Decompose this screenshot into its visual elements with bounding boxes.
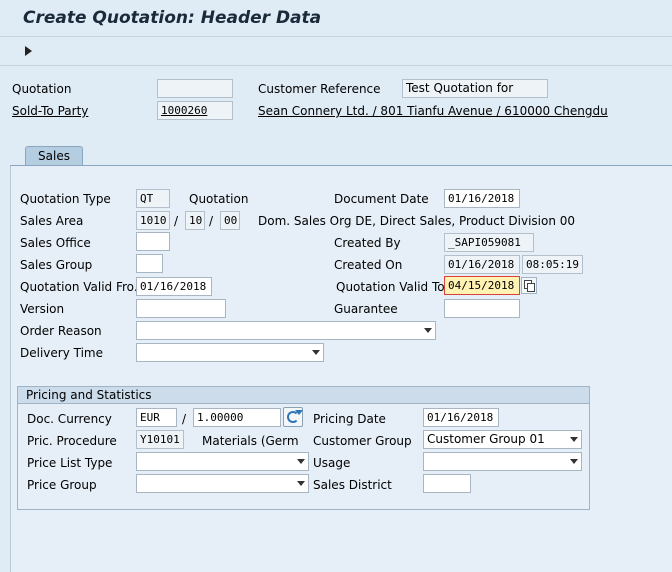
quotation-field[interactable] bbox=[157, 79, 233, 98]
price-list-type-dropdown[interactable] bbox=[136, 452, 309, 471]
title-bar: Create Quotation: Header Data bbox=[0, 0, 672, 36]
doc-currency-label: Doc. Currency bbox=[27, 412, 112, 426]
quotation-type-field[interactable]: QT bbox=[136, 189, 170, 208]
tab-sales[interactable]: Sales bbox=[25, 146, 83, 166]
sales-group-label: Sales Group bbox=[20, 258, 93, 272]
price-group-label: Price Group bbox=[27, 478, 97, 492]
created-on-time-field[interactable]: 08:05:19 bbox=[522, 255, 583, 274]
sales-office-field[interactable] bbox=[136, 232, 170, 251]
created-on-label: Created On bbox=[334, 258, 403, 272]
refresh-icon[interactable] bbox=[283, 407, 303, 427]
quotation-valid-to-label: Quotation Valid To bbox=[336, 280, 445, 294]
pric-procedure-field[interactable]: Y10101 bbox=[136, 430, 184, 449]
delivery-time-label: Delivery Time bbox=[20, 346, 103, 360]
chevron-down-icon bbox=[570, 459, 578, 464]
pricing-date-field[interactable]: 01/16/2018 bbox=[423, 408, 499, 427]
group-title: Pricing and Statistics bbox=[26, 388, 152, 402]
sales-area-description: Dom. Sales Org DE, Direct Sales, Product… bbox=[258, 214, 576, 228]
guarantee-field[interactable] bbox=[444, 299, 520, 318]
document-date-label: Document Date bbox=[334, 192, 429, 206]
quotation-type-label: Quotation Type bbox=[20, 192, 111, 206]
sold-to-party-value: 1000260 bbox=[161, 104, 208, 117]
quotation-valid-from-label: Quotation Valid Fro... bbox=[20, 280, 146, 294]
version-field[interactable] bbox=[136, 299, 226, 318]
customer-group-value: Customer Group 01 bbox=[427, 432, 545, 446]
quotation-type-description: Quotation bbox=[189, 192, 249, 206]
quotation-valid-from-field[interactable]: 01/16/2018 bbox=[136, 277, 212, 296]
chevron-down-icon bbox=[297, 459, 305, 464]
guarantee-label: Guarantee bbox=[334, 302, 398, 316]
chevron-down-icon bbox=[312, 350, 320, 355]
created-on-date-field[interactable]: 01/16/2018 bbox=[444, 255, 520, 274]
chevron-down-icon bbox=[297, 481, 305, 486]
sales-org-field[interactable]: 1010 bbox=[136, 211, 170, 230]
chevron-down-icon bbox=[424, 328, 432, 333]
order-reason-label: Order Reason bbox=[20, 324, 102, 338]
price-list-type-label: Price List Type bbox=[27, 456, 113, 470]
doc-currency-field[interactable]: EUR bbox=[136, 408, 177, 427]
pric-procedure-description: Materials (Germ bbox=[202, 434, 299, 448]
execute-arrow-icon[interactable] bbox=[25, 46, 32, 56]
sales-district-field[interactable] bbox=[423, 474, 471, 493]
usage-dropdown[interactable] bbox=[423, 452, 582, 471]
copy-icon[interactable] bbox=[521, 277, 537, 294]
page-title: Create Quotation: Header Data bbox=[23, 8, 322, 28]
sales-district-label: Sales District bbox=[313, 478, 392, 492]
sold-to-party-field[interactable]: 1000260 bbox=[157, 101, 233, 120]
exchange-rate-separator: / bbox=[182, 412, 187, 426]
quotation-valid-to-field[interactable]: 04/15/2018 bbox=[444, 276, 520, 295]
order-reason-dropdown[interactable] bbox=[136, 321, 436, 340]
chevron-down-icon bbox=[570, 437, 578, 442]
customer-reference-field[interactable]: Test Quotation for bbox=[402, 79, 548, 98]
pric-procedure-label: Pric. Procedure bbox=[27, 434, 117, 448]
sales-area-label: Sales Area bbox=[20, 214, 84, 228]
sales-group-field[interactable] bbox=[136, 254, 163, 273]
pricing-date-label: Pricing Date bbox=[313, 412, 386, 426]
exchange-rate-field[interactable]: 1.00000 bbox=[193, 408, 281, 427]
distribution-channel-field[interactable]: 10 bbox=[185, 211, 205, 230]
sold-to-party-description[interactable]: Sean Connery Ltd. / 801 Tianfu Avenue / … bbox=[258, 103, 608, 119]
pricing-statistics-group-header: Pricing and Statistics bbox=[18, 387, 589, 404]
usage-label: Usage bbox=[313, 456, 351, 470]
quotation-label: Quotation bbox=[12, 82, 72, 96]
division-field[interactable]: 00 bbox=[220, 211, 240, 230]
created-by-field[interactable]: _SAPI059081 bbox=[444, 233, 534, 252]
delivery-time-dropdown[interactable] bbox=[136, 343, 324, 362]
sales-office-label: Sales Office bbox=[20, 236, 91, 250]
sales-area-separator: / bbox=[209, 214, 214, 228]
customer-reference-label: Customer Reference bbox=[258, 82, 381, 96]
price-group-dropdown[interactable] bbox=[136, 474, 309, 493]
customer-group-dropdown[interactable]: Customer Group 01 bbox=[423, 430, 582, 449]
refresh-icon-head bbox=[295, 410, 303, 415]
sold-to-party-label[interactable]: Sold-To Party bbox=[12, 103, 88, 119]
sales-area-separator: / bbox=[174, 214, 179, 228]
created-by-label: Created By bbox=[334, 236, 401, 250]
document-date-field[interactable]: 01/16/2018 bbox=[444, 189, 520, 208]
copy-icon-front bbox=[527, 283, 535, 292]
toolbar bbox=[0, 36, 672, 66]
version-label: Version bbox=[20, 302, 65, 316]
customer-group-label: Customer Group bbox=[313, 434, 412, 448]
